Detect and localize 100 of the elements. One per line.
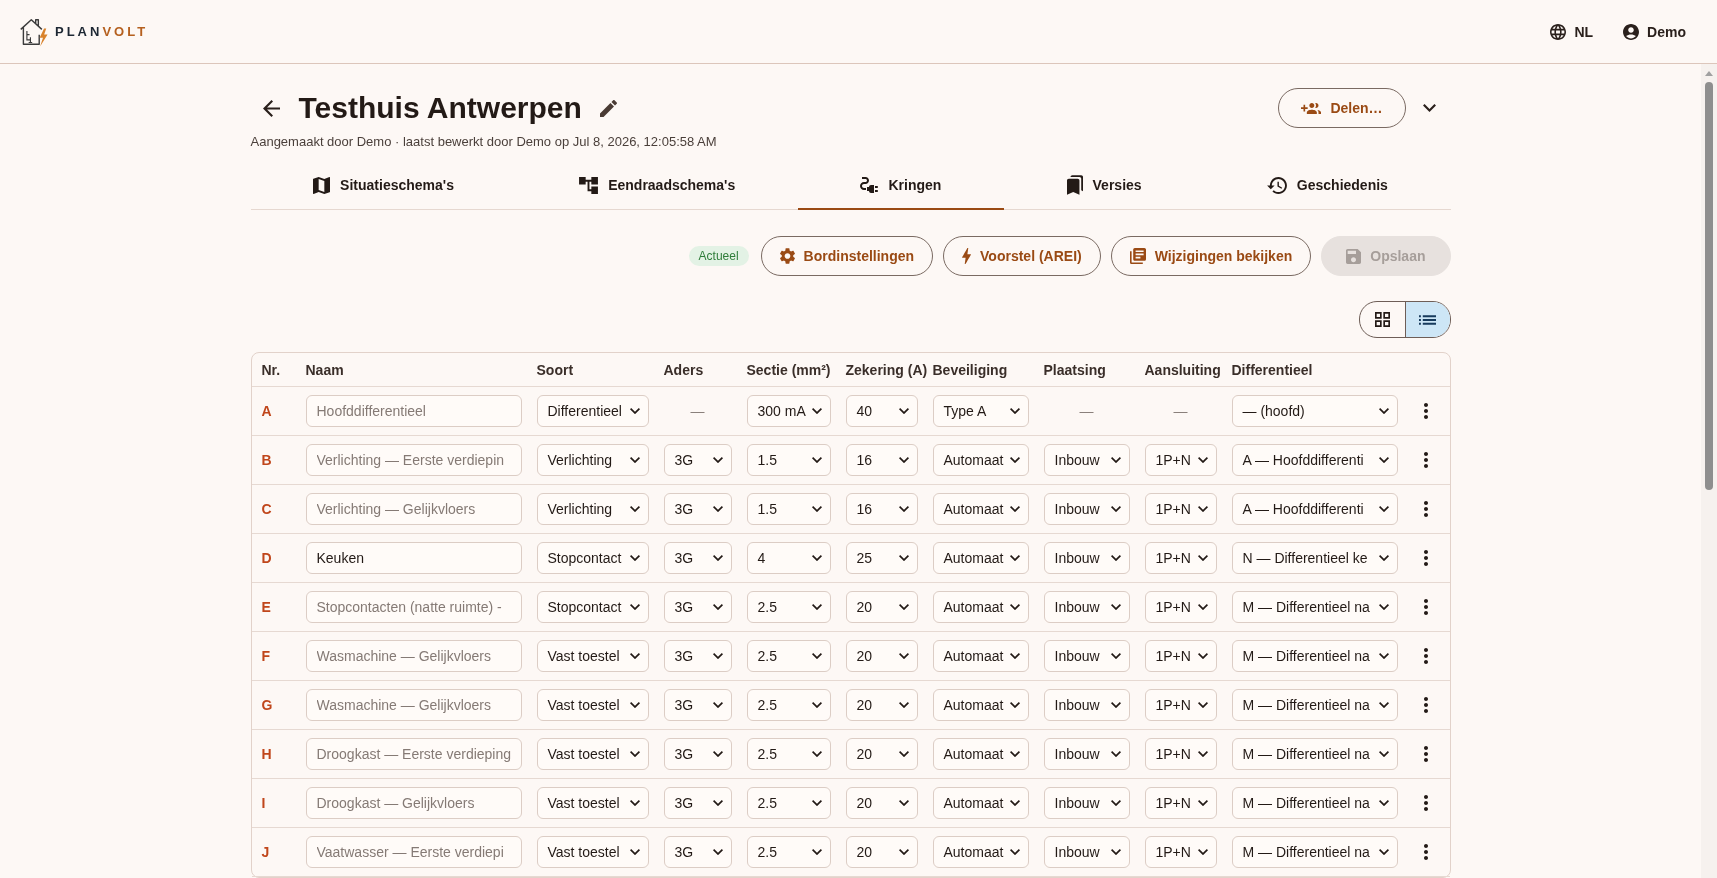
fuse-dropdown[interactable]: 20 <box>845 787 918 819</box>
back-arrow-icon[interactable] <box>262 99 280 117</box>
more-options-icon[interactable] <box>1424 599 1428 615</box>
fuse-dropdown[interactable]: 20 <box>845 836 918 868</box>
differential-dropdown[interactable]: M — Differentieel na <box>1231 787 1398 819</box>
connection-dropdown[interactable]: 1P+N <box>1144 738 1217 770</box>
more-options-icon[interactable] <box>1424 795 1428 811</box>
cores-dropdown[interactable]: 3G <box>663 591 732 623</box>
list-view-button[interactable] <box>1404 302 1450 337</box>
cores-dropdown[interactable]: 3G <box>663 738 732 770</box>
name-input[interactable]: Droogkast — Gelijkvloers <box>305 787 522 819</box>
name-input[interactable]: Droogkast — Eerste verdieping <box>305 738 522 770</box>
differential-dropdown[interactable]: M — Differentieel na <box>1231 640 1398 672</box>
cross-section-dropdown[interactable]: 2.5 <box>746 591 831 623</box>
connection-dropdown[interactable]: 1P+N <box>1144 493 1217 525</box>
type-dropdown[interactable]: Vast toestel <box>536 738 649 770</box>
more-options-icon[interactable] <box>1424 648 1428 664</box>
more-options-icon[interactable] <box>1424 550 1428 566</box>
cores-dropdown[interactable]: 3G <box>663 542 732 574</box>
tab[interactable]: Geschiedenis <box>1204 162 1451 210</box>
protection-dropdown[interactable]: Automaat <box>932 542 1029 574</box>
fuse-dropdown[interactable]: 25 <box>845 542 918 574</box>
scrollbar-thumb[interactable] <box>1705 82 1713 490</box>
cores-dropdown[interactable]: 3G <box>663 787 732 819</box>
tab[interactable]: Kringen <box>797 162 1004 210</box>
fuse-dropdown[interactable]: 20 <box>845 591 918 623</box>
user-menu-button[interactable]: Demo <box>1623 23 1686 40</box>
fuse-dropdown[interactable]: 16 <box>845 493 918 525</box>
language-button[interactable]: NL <box>1550 23 1594 40</box>
placement-dropdown[interactable]: Inbouw <box>1043 493 1130 525</box>
fuse-dropdown[interactable]: 20 <box>845 640 918 672</box>
type-dropdown[interactable]: Differentieel <box>536 395 649 427</box>
differential-dropdown[interactable]: M — Differentieel na <box>1231 836 1398 868</box>
differential-dropdown[interactable]: N — Differentieel ke <box>1231 542 1398 574</box>
cross-section-dropdown[interactable]: 4 <box>746 542 831 574</box>
cross-section-dropdown[interactable]: 2.5 <box>746 787 831 819</box>
differential-dropdown[interactable]: M — Differentieel na <box>1231 738 1398 770</box>
house-logo-icon[interactable] <box>19 16 48 47</box>
type-dropdown[interactable]: Vast toestel <box>536 787 649 819</box>
connection-dropdown[interactable]: 1P+N <box>1144 640 1217 672</box>
protection-dropdown[interactable]: Automaat <box>932 493 1029 525</box>
more-options-icon[interactable] <box>1424 697 1428 713</box>
cross-section-dropdown[interactable]: 1.5 <box>746 493 831 525</box>
differential-dropdown[interactable]: A — Hoofddifferenti <box>1231 444 1398 476</box>
name-input[interactable]: Wasmachine — Gelijkvloers <box>305 640 522 672</box>
more-options-icon[interactable] <box>1424 746 1428 762</box>
connection-dropdown[interactable]: 1P+N <box>1144 787 1217 819</box>
fuse-dropdown[interactable]: 20 <box>845 689 918 721</box>
connection-dropdown[interactable]: 1P+N <box>1144 836 1217 868</box>
placement-dropdown[interactable]: Inbouw <box>1043 542 1130 574</box>
protection-dropdown[interactable]: Automaat <box>932 689 1029 721</box>
name-input[interactable]: Stopcontacten (natte ruimte) - <box>305 591 522 623</box>
name-input[interactable]: Wasmachine — Gelijkvloers <box>305 689 522 721</box>
cores-dropdown[interactable]: 3G <box>663 493 732 525</box>
fuse-dropdown[interactable]: 20 <box>845 738 918 770</box>
name-input[interactable]: Vaatwasser — Eerste verdiepi <box>305 836 522 868</box>
placement-dropdown[interactable]: Inbouw <box>1043 738 1130 770</box>
name-input[interactable]: Verlichting — Eerste verdiepin <box>305 444 522 476</box>
connection-dropdown[interactable]: 1P+N <box>1144 542 1217 574</box>
differential-dropdown[interactable]: A — Hoofddifferenti <box>1231 493 1398 525</box>
more-options-icon[interactable] <box>1424 452 1428 468</box>
name-input[interactable]: Keuken <box>305 542 522 574</box>
differential-dropdown[interactable]: — (hoofd) <box>1231 395 1398 427</box>
cross-section-dropdown[interactable]: 2.5 <box>746 836 831 868</box>
cores-dropdown[interactable]: 3G <box>663 836 732 868</box>
protection-dropdown[interactable]: Automaat <box>932 591 1029 623</box>
tab[interactable]: Eendraadschema's <box>516 162 798 210</box>
differential-dropdown[interactable]: M — Differentieel na <box>1231 689 1398 721</box>
pencil-icon[interactable] <box>599 99 617 117</box>
placement-dropdown[interactable]: Inbouw <box>1043 591 1130 623</box>
type-dropdown[interactable]: Stopcontact <box>536 591 649 623</box>
name-input[interactable]: Verlichting — Gelijkvloers <box>305 493 522 525</box>
type-dropdown[interactable]: Stopcontact <box>536 542 649 574</box>
fuse-dropdown[interactable]: 16 <box>845 444 918 476</box>
connection-dropdown[interactable]: 1P+N <box>1144 689 1217 721</box>
logo-wordmark[interactable]: PLAN VOLT <box>55 24 149 39</box>
protection-dropdown[interactable]: Automaat <box>932 836 1029 868</box>
differential-dropdown[interactable]: M — Differentieel na <box>1231 591 1398 623</box>
cross-section-dropdown[interactable]: 300 mA <box>746 395 831 427</box>
cross-section-dropdown[interactable]: 2.5 <box>746 738 831 770</box>
placement-dropdown[interactable]: Inbouw <box>1043 444 1130 476</box>
connection-dropdown[interactable]: 1P+N <box>1144 591 1217 623</box>
cores-dropdown[interactable]: 3G <box>663 640 732 672</box>
type-dropdown[interactable]: Verlichting <box>536 493 649 525</box>
protection-dropdown[interactable]: Type A <box>932 395 1029 427</box>
more-options-icon[interactable] <box>1424 844 1428 860</box>
type-dropdown[interactable]: Vast toestel <box>536 689 649 721</box>
protection-dropdown[interactable]: Automaat <box>932 787 1029 819</box>
placement-dropdown[interactable]: Inbouw <box>1043 689 1130 721</box>
fuse-dropdown[interactable]: 40 <box>845 395 918 427</box>
placement-dropdown[interactable]: Inbouw <box>1043 787 1130 819</box>
more-options-icon[interactable] <box>1424 403 1428 419</box>
cross-section-dropdown[interactable]: 2.5 <box>746 640 831 672</box>
type-dropdown[interactable]: Vast toestel <box>536 836 649 868</box>
more-options-icon[interactable] <box>1424 501 1428 517</box>
tab[interactable]: Versies <box>1003 162 1205 210</box>
protection-dropdown[interactable]: Automaat <box>932 640 1029 672</box>
cores-dropdown[interactable]: 3G <box>663 689 732 721</box>
cores-dropdown[interactable]: 3G <box>663 444 732 476</box>
name-input[interactable]: Hoofddifferentieel <box>305 395 522 427</box>
